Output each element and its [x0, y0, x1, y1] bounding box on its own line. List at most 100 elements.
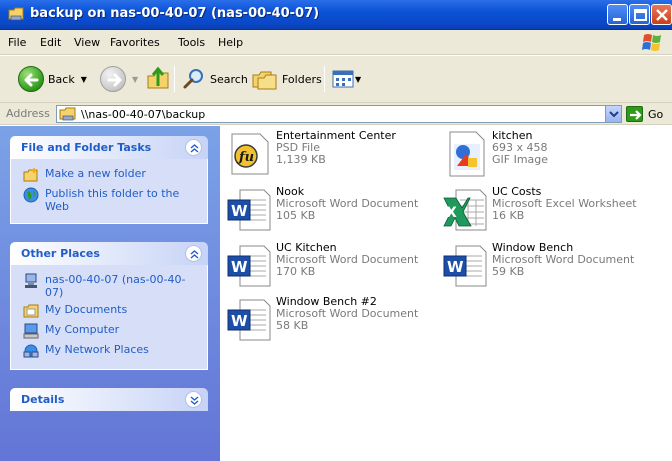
toolbar-separator — [174, 66, 175, 92]
toolbar: Back ▼ ▼ Search Folders ▼ — [0, 56, 672, 103]
forward-arrow-icon — [100, 66, 126, 92]
maximize-button[interactable] — [629, 4, 650, 25]
back-label: Back — [48, 72, 75, 86]
search-button[interactable]: Search — [182, 65, 248, 93]
file-item[interactable]: W Window Bench #2 Microsoft Word Documen… — [226, 296, 418, 344]
file-item[interactable]: ƒu Entertainment Center PSD File 1,139 K… — [226, 130, 396, 178]
address-value: \\nas-00-40-07\backup — [81, 108, 206, 121]
go-label: Go — [648, 107, 664, 121]
collapse-button[interactable] — [185, 245, 202, 262]
menu-help[interactable]: Help — [218, 36, 243, 49]
details-header[interactable]: Details — [10, 388, 208, 411]
folders-label: Folders — [282, 72, 322, 86]
forward-button[interactable]: ▼ — [100, 65, 138, 93]
file-item[interactable]: kitchen 693 x 458 GIF Image — [442, 130, 548, 178]
gif-image-icon — [442, 130, 490, 178]
panel-title: File and Folder Tasks — [21, 141, 152, 154]
menu-view[interactable]: View — [74, 36, 100, 49]
make-new-folder-link[interactable]: Make a new folder — [11, 165, 207, 185]
address-label: Address — [6, 107, 50, 120]
panel-title: Other Places — [21, 247, 100, 260]
svg-text:W: W — [231, 202, 248, 220]
file-folder-tasks-body: Make a new folder Publish this folder to… — [10, 159, 208, 224]
details-panel: Details — [10, 388, 208, 411]
back-arrow-icon — [18, 66, 44, 92]
folders-button[interactable]: Folders — [252, 65, 322, 93]
panel-title: Details — [21, 393, 65, 406]
file-item[interactable]: W Window Bench Microsoft Word Document 5… — [442, 242, 634, 290]
menu-bar: File Edit View Favorites Tools Help — [0, 30, 672, 55]
file-type: GIF Image — [492, 153, 549, 166]
place-label: My Documents — [45, 303, 128, 316]
chevron-down-icon — [190, 396, 199, 405]
windows-logo-icon — [642, 34, 661, 51]
chevron-down-icon — [609, 111, 619, 118]
psd-file-icon: ƒu — [226, 130, 274, 178]
file-item[interactable]: X UC Costs Microsoft Excel Worksheet 16 … — [442, 186, 637, 234]
go-button[interactable]: Go — [626, 106, 663, 122]
menu-tools[interactable]: Tools — [178, 36, 205, 49]
window-title: backup on nas-00-40-07 (nas-00-40-07) — [30, 6, 320, 21]
up-folder-icon — [147, 66, 169, 89]
word-document-icon: W — [226, 296, 274, 344]
place-my-documents-link[interactable]: My Documents — [11, 301, 207, 321]
back-button[interactable]: Back ▼ — [18, 65, 87, 93]
place-my-network-places-link[interactable]: My Network Places — [11, 341, 207, 361]
place-label: My Network Places — [45, 343, 149, 356]
views-dropdown-icon[interactable]: ▼ — [355, 75, 361, 84]
close-icon — [656, 9, 668, 21]
word-document-icon: W — [442, 242, 490, 290]
new-folder-icon — [23, 168, 38, 182]
publish-to-web-link[interactable]: Publish this folder to the Web — [11, 185, 207, 215]
search-icon — [183, 69, 203, 89]
place-nas-link[interactable]: nas-00-40-07 (nas-00-40-07) — [11, 271, 207, 301]
menu-file[interactable]: File — [8, 36, 26, 49]
minimize-icon — [613, 18, 621, 21]
chevron-up-icon — [190, 144, 199, 153]
file-folder-tasks-header[interactable]: File and Folder Tasks — [10, 136, 208, 159]
file-list: ƒu Entertainment Center PSD File 1,139 K… — [220, 126, 672, 461]
network-folder-icon — [8, 7, 24, 21]
place-my-computer-link[interactable]: My Computer — [11, 321, 207, 341]
svg-text:ƒu: ƒu — [236, 150, 254, 165]
close-button[interactable] — [651, 4, 672, 25]
address-dropdown-button[interactable] — [605, 106, 621, 122]
place-label: My Computer — [45, 323, 120, 336]
back-dropdown-icon[interactable]: ▼ — [81, 75, 87, 84]
svg-text:W: W — [231, 312, 248, 330]
other-places-header[interactable]: Other Places — [10, 242, 208, 265]
file-size: 170 KB — [276, 265, 316, 278]
file-size: 58 KB — [276, 319, 309, 332]
task-label: Publish this folder to the Web — [45, 187, 180, 213]
my-computer-icon — [23, 323, 39, 339]
place-label: nas-00-40-07 (nas-00-40-07) — [45, 273, 186, 299]
file-size: 59 KB — [492, 265, 525, 278]
network-computer-icon — [25, 273, 37, 288]
views-grid-icon — [332, 70, 354, 88]
maximize-icon — [634, 9, 647, 21]
file-item[interactable]: W UC Kitchen Microsoft Word Document 170… — [226, 242, 418, 290]
search-label: Search — [210, 72, 248, 86]
other-places-panel: Other Places nas-00-40-07 (nas-00-40-07) — [10, 242, 208, 370]
svg-text:W: W — [231, 258, 248, 276]
menu-favorites[interactable]: Favorites — [110, 36, 160, 49]
file-size: 16 KB — [492, 209, 525, 222]
minimize-button[interactable] — [607, 4, 628, 25]
svg-text:W: W — [447, 258, 464, 276]
globe-icon — [23, 187, 39, 203]
word-document-icon: W — [226, 242, 274, 290]
expand-button[interactable] — [185, 391, 202, 408]
forward-dropdown-icon[interactable]: ▼ — [132, 75, 138, 84]
views-button[interactable]: ▼ — [332, 65, 361, 93]
up-folder-button[interactable] — [146, 65, 170, 93]
task-pane: File and Folder Tasks Make a new folder … — [0, 126, 220, 461]
menu-edit[interactable]: Edit — [40, 36, 61, 49]
my-documents-icon — [23, 304, 39, 318]
collapse-button[interactable] — [185, 139, 202, 156]
word-document-icon: W — [226, 186, 274, 234]
address-input[interactable]: \\nas-00-40-07\backup — [56, 105, 622, 123]
title-bar: backup on nas-00-40-07 (nas-00-40-07) — [0, 0, 672, 30]
folders-icon — [252, 71, 277, 90]
go-arrow-icon — [626, 106, 643, 122]
file-item[interactable]: W Nook Microsoft Word Document 105 KB — [226, 186, 418, 234]
